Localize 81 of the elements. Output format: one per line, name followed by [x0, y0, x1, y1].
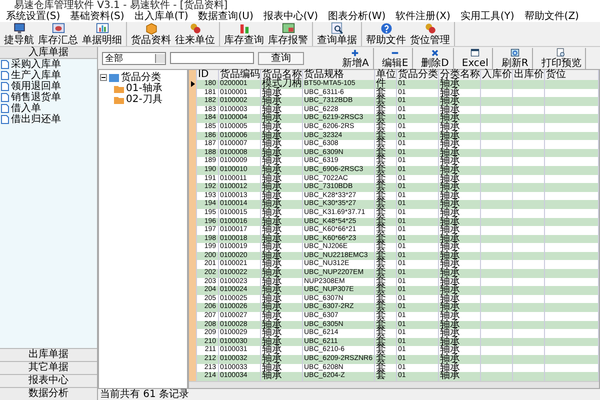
- sidebar-item[interactable]: 销售退货单: [11, 92, 61, 103]
- table-cell: 套: [375, 97, 397, 106]
- table-cell: 模式刀柄: [261, 80, 303, 89]
- table-cell: 套: [375, 166, 397, 175]
- table-cell: 轴承: [261, 132, 303, 140]
- search-icon: [330, 22, 344, 35]
- picture-icon: [282, 22, 294, 35]
- sidebar-item[interactable]: 借出归还单: [11, 114, 61, 125]
- plus-icon: [350, 48, 360, 58]
- category-dropdown[interactable]: 全部: [102, 52, 166, 64]
- section-header[interactable]: 入库单据: [0, 47, 97, 59]
- table-cell: 套: [375, 338, 397, 346]
- status-text: 当前共有 61 条记录: [99, 389, 190, 400]
- spreadsheet-icon: [470, 48, 480, 58]
- toolbar-button[interactable]: 货位管理: [408, 22, 452, 46]
- tree-item[interactable]: 02-刀具: [126, 94, 162, 105]
- table-cell: 套: [375, 200, 397, 209]
- coins-icon: [424, 22, 436, 35]
- search-field[interactable]: [170, 52, 254, 64]
- table-cell: 轴承: [439, 252, 481, 260]
- menu-item[interactable]: 帮助文件(Z): [524, 11, 579, 22]
- section-header[interactable]: 出库单据: [0, 348, 97, 361]
- table-cell: 套: [375, 286, 397, 295]
- table-cell: 套: [375, 218, 397, 226]
- toolbar-button[interactable]: 单据明细: [80, 22, 124, 46]
- toolbar-button[interactable]: 货品资料: [129, 22, 173, 46]
- section-header[interactable]: 其它单据: [0, 361, 97, 374]
- close-icon: [430, 48, 440, 58]
- table-cell: 轴承: [439, 338, 481, 346]
- sidebar-item[interactable]: 生产入库单: [11, 70, 61, 81]
- table-cell: 套: [375, 355, 397, 364]
- menu-item[interactable]: 图表分析(W): [328, 11, 386, 22]
- menu-item[interactable]: 实用工具(Y): [460, 11, 514, 22]
- table-cell: 件: [375, 80, 397, 89]
- menu-item[interactable]: 出入库单(T): [134, 11, 188, 22]
- table-cell: 套: [375, 183, 397, 192]
- monitor-icon: [12, 22, 26, 35]
- sidebar-item[interactable]: 借入单: [11, 103, 41, 114]
- search-button[interactable]: 查询: [258, 52, 304, 64]
- table-cell: 轴承: [439, 234, 481, 244]
- toolbar-button[interactable]: 库存报警: [266, 22, 310, 46]
- table-cell: 轴承: [439, 320, 481, 330]
- table-cell: 套: [375, 269, 397, 278]
- sidebar-item[interactable]: 采购入库单: [11, 59, 61, 70]
- menu-item[interactable]: 报表中心(V): [263, 11, 318, 22]
- collapse-icon[interactable]: [100, 74, 107, 81]
- menu-item[interactable]: 基础资料(S): [70, 11, 124, 22]
- tree-item[interactable]: 货品分类: [121, 72, 161, 83]
- section-header[interactable]: 报表中心: [0, 374, 97, 387]
- table-cell: 轴承: [261, 234, 303, 244]
- coins-icon: [188, 22, 202, 35]
- menu-item[interactable]: 软件注册(X): [396, 11, 450, 22]
- toolbar-button[interactable]: 库存查询: [222, 22, 266, 46]
- table-cell: 套: [375, 320, 397, 330]
- toolbar-button[interactable]: 库存汇总: [36, 22, 80, 46]
- menu-item[interactable]: 系统设置(S): [6, 11, 60, 22]
- table-cell: 轴承: [261, 320, 303, 330]
- table-cell: 轴承: [439, 132, 481, 140]
- table-cell: 套: [375, 234, 397, 244]
- table-cell: 套: [375, 132, 397, 140]
- refresh-icon: [510, 48, 520, 58]
- table-cell: 轴承: [261, 252, 303, 260]
- menu-item[interactable]: 数据查询(U): [198, 11, 254, 22]
- toolbar-button[interactable]: 捷导航: [2, 22, 36, 46]
- header-corner: [189, 70, 197, 80]
- table-cell: 轴承: [261, 148, 303, 158]
- table-cell: 套: [375, 252, 397, 260]
- table-cell: 轴承: [439, 218, 481, 226]
- print-preview-icon: [556, 48, 566, 58]
- table-cell: 轴承: [261, 218, 303, 226]
- tree-item[interactable]: 01-轴承: [126, 83, 162, 94]
- toolbar-button[interactable]: 查询单据: [315, 22, 359, 46]
- table-cell: 套: [375, 148, 397, 158]
- sidebar-item[interactable]: 领用退回单: [11, 81, 61, 92]
- toolbar-button[interactable]: 往来单位: [173, 22, 217, 46]
- window-icon: [52, 22, 64, 35]
- table-cell: 套: [375, 114, 397, 123]
- section-header[interactable]: 数据分析: [0, 387, 97, 400]
- table-cell: 轴承: [439, 148, 481, 158]
- table-cell: 轴承: [261, 338, 303, 346]
- toolbar-button[interactable]: 帮助文件: [364, 22, 408, 46]
